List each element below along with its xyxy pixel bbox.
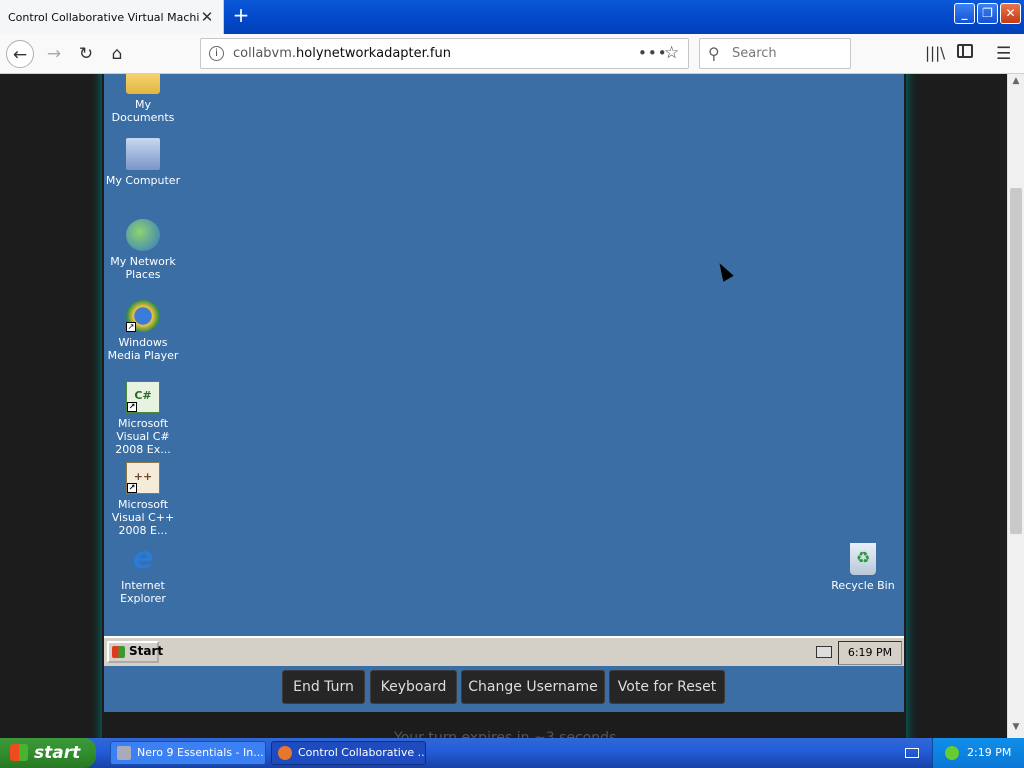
- vm-start-button[interactable]: Start: [107, 641, 163, 663]
- host-start-label: start: [34, 743, 81, 763]
- window-minimize-button[interactable]: _: [954, 3, 975, 24]
- reload-button[interactable]: ↻: [72, 40, 100, 68]
- shortcut-arrow-icon: ↗: [127, 402, 137, 412]
- end-turn-button[interactable]: End Turn: [282, 670, 365, 704]
- shortcut-arrow-icon: ↗: [127, 483, 137, 493]
- new-tab-button[interactable]: +: [230, 5, 252, 27]
- desktop-icon-visual-csharp[interactable]: C# ↗ Microsoft Visual C# 2008 Ex...: [102, 381, 184, 456]
- page-content: My Documents My Computer My Network Plac…: [0, 74, 1007, 738]
- desktop-icon-label: Windows Media Player: [107, 336, 179, 362]
- hamburger-menu-icon[interactable]: ☰: [996, 44, 1011, 64]
- desktop-icon-windows-media-player[interactable]: ↗ Windows Media Player: [102, 300, 184, 362]
- taskbar-item-firefox[interactable]: Control Collaborative ...: [271, 741, 426, 765]
- desktop-icon-label: Microsoft Visual C++ 2008 E...: [111, 498, 175, 537]
- page-scrollbar[interactable]: ▲ ▼: [1007, 74, 1024, 738]
- visual-cpp-icon: ++ ↗: [126, 462, 160, 494]
- language-bar-icon[interactable]: [905, 748, 919, 758]
- network-places-icon: [126, 219, 160, 251]
- network-tray-icon[interactable]: [945, 746, 959, 760]
- forward-button[interactable]: →: [40, 40, 68, 68]
- window-maximize-button[interactable]: ❐: [977, 3, 998, 24]
- folder-documents-icon: [126, 74, 160, 94]
- vm-desktop[interactable]: My Documents My Computer My Network Plac…: [104, 74, 904, 712]
- tab-title: Control Collaborative Virtual Machines!: [8, 10, 199, 24]
- desktop-icon-label: My Computer: [105, 174, 181, 187]
- change-username-button[interactable]: Change Username: [461, 670, 605, 704]
- url-prefix: collabvm.: [233, 46, 297, 61]
- window-close-button[interactable]: ✕: [1000, 3, 1021, 24]
- desktop-icon-label: Microsoft Visual C# 2008 Ex...: [115, 417, 171, 456]
- search-placeholder: Search: [732, 46, 777, 61]
- mouse-cursor-icon: [714, 260, 734, 282]
- desktop-icon-internet-explorer[interactable]: e Internet Explorer: [102, 541, 184, 606]
- taskbar-item-label: Nero 9 Essentials - In...: [137, 746, 264, 759]
- computer-icon: [126, 138, 160, 170]
- site-info-icon[interactable]: i: [209, 46, 224, 61]
- navigation-toolbar: ← → ↻ ⌂ i collabvm.holynetworkadapter.fu…: [0, 34, 1024, 74]
- system-tray: 2:19 PM: [932, 738, 1024, 768]
- back-button[interactable]: ←: [6, 40, 34, 68]
- url-domain: holynetworkadapter.fun: [296, 46, 451, 61]
- host-start-button[interactable]: start: [0, 738, 96, 768]
- library-icon[interactable]: |||\: [925, 44, 945, 62]
- firefox-app-icon: [278, 746, 292, 760]
- windows-logo-icon: [112, 646, 125, 658]
- recycle-bin-icon: ♻: [850, 543, 876, 575]
- bookmark-star-icon[interactable]: ☆: [664, 39, 679, 68]
- desktop-icon-recycle-bin[interactable]: ♻ Recycle Bin: [822, 543, 904, 592]
- taskbar-item-label: Control Collaborative ...: [298, 746, 426, 759]
- keyboard-tray-icon[interactable]: [816, 646, 832, 658]
- vote-reset-button[interactable]: Vote for Reset: [609, 670, 725, 704]
- visual-csharp-icon: C# ↗: [126, 381, 160, 413]
- vm-clock: 6:19 PM: [838, 641, 902, 665]
- desktop-icon-my-computer[interactable]: My Computer: [102, 138, 184, 187]
- vm-start-label: Start: [129, 644, 164, 658]
- browser-tab[interactable]: Control Collaborative Virtual Machines! …: [0, 0, 224, 34]
- sidebar-icon[interactable]: [957, 44, 973, 58]
- scroll-down-arrow-icon[interactable]: ▼: [1008, 722, 1024, 736]
- desktop-icon-label: Recycle Bin: [831, 579, 895, 592]
- search-input[interactable]: ⚲ Search: [699, 38, 851, 69]
- desktop-icon-label: My Documents: [111, 98, 175, 124]
- turn-expiry-message: Your turn expires in ~3 seconds: [394, 730, 617, 738]
- desktop-icon-my-documents[interactable]: My Documents: [102, 74, 184, 124]
- host-clock: 2:19 PM: [967, 746, 1012, 759]
- taskbar-item-nero[interactable]: Nero 9 Essentials - In...: [110, 741, 266, 765]
- url-bar[interactable]: i collabvm.holynetworkadapter.fun ••• ☆: [200, 38, 689, 69]
- home-button[interactable]: ⌂: [103, 40, 131, 68]
- host-taskbar: start Nero 9 Essentials - In... Control …: [0, 738, 1024, 768]
- vm-taskbar: Start 6:19 PM: [104, 636, 904, 666]
- search-icon: ⚲: [708, 44, 720, 63]
- desktop-icon-visual-cpp[interactable]: ++ ↗ Microsoft Visual C++ 2008 E...: [102, 462, 184, 537]
- scrollbar-thumb[interactable]: [1010, 188, 1022, 534]
- scroll-up-arrow-icon[interactable]: ▲: [1008, 76, 1024, 90]
- windows-xp-logo-icon: [10, 744, 28, 761]
- desktop-icon-label: Internet Explorer: [120, 579, 166, 605]
- desktop-icon-my-network-places[interactable]: My Network Places: [102, 219, 184, 281]
- media-player-icon: ↗: [126, 300, 160, 332]
- shortcut-arrow-icon: ↗: [126, 322, 136, 332]
- nero-app-icon: [117, 746, 131, 760]
- keyboard-button[interactable]: Keyboard: [370, 670, 457, 704]
- desktop-icon-label: My Network Places: [110, 255, 176, 281]
- internet-explorer-icon: e: [132, 541, 154, 576]
- browser-titlebar: Control Collaborative Virtual Machines! …: [0, 0, 1024, 34]
- close-tab-icon[interactable]: ✕: [199, 8, 215, 26]
